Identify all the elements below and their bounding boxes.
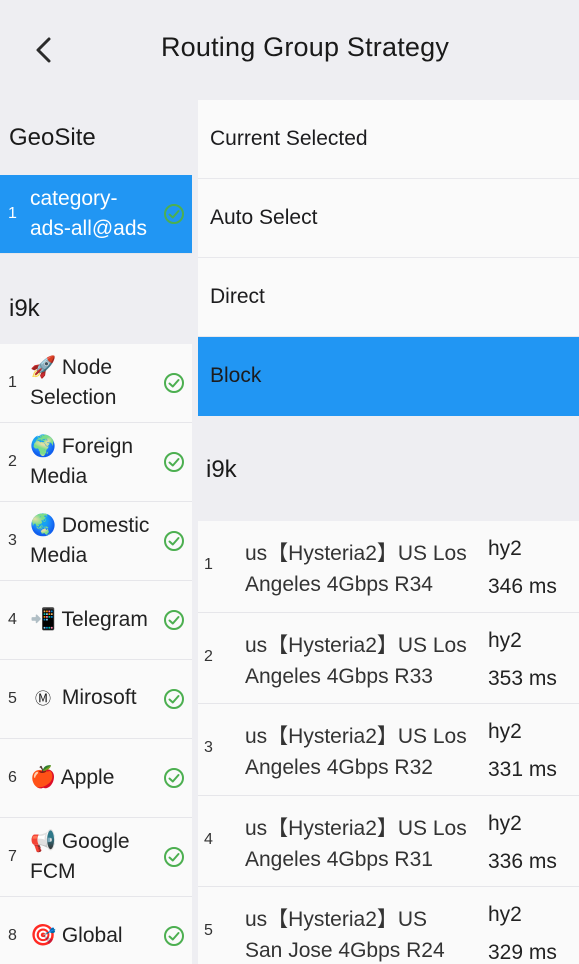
rule-group-item[interactable]: 1 🚀 Node Selection: [0, 344, 192, 423]
item-label-wrap: 🍎 Apple: [30, 763, 158, 793]
globe-icon: 🌍: [30, 435, 57, 458]
item-index: 3: [8, 532, 17, 549]
check-circle-icon: [164, 373, 184, 393]
rule-group-item[interactable]: 5 Ⓜ Mirosoft: [0, 660, 192, 739]
app-header: Routing Group Strategy: [0, 0, 579, 100]
node-protocol: hy2: [488, 720, 522, 743]
item-index: 6: [8, 769, 17, 786]
node-item[interactable]: 4 us【Hysteria2】US Los Angeles 4Gbps R31 …: [198, 795, 579, 887]
node-latency: 331 ms: [488, 758, 557, 781]
globe-icon: 🌏: [30, 514, 57, 537]
rule-group-item[interactable]: 4 📲 Telegram: [0, 581, 192, 660]
item-label: Mirosoft: [61, 686, 137, 709]
rule-group-item[interactable]: 8 🎯 Global: [0, 897, 192, 964]
item-index: 7: [8, 848, 17, 865]
check-circle-icon: [164, 689, 184, 709]
node-name: us【Hysteria2】US Los Angeles 4Gbps R33: [245, 633, 467, 688]
rule-group-item[interactable]: 2 🌍 Foreign Media: [0, 423, 192, 502]
node-name: us【Hysteria2】US Los Angeles 4Gbps R31: [245, 816, 467, 871]
check-circle-icon: [164, 768, 184, 788]
node-latency: 346 ms: [488, 575, 557, 598]
check-circle-icon: [164, 847, 184, 867]
rule-group-item[interactable]: 3 🌏 Domestic Media: [0, 502, 192, 581]
rule-group-item[interactable]: 7 📢 Google FCM: [0, 818, 192, 897]
geosite-item[interactable]: 1 category-ads-all@ads: [0, 175, 192, 254]
node-latency: 336 ms: [488, 849, 557, 873]
item-label-wrap: 🚀 Node Selection: [30, 353, 158, 413]
strategy-panel: Current Selected Auto Select Direct Bloc…: [198, 100, 579, 964]
node-name: us【Hysteria2】US San Jose 4Gbps R24: [245, 908, 445, 962]
node-item[interactable]: 5 us【Hysteria2】US San Jose 4Gbps R24 hy2…: [198, 887, 579, 964]
node-latency: 353 ms: [488, 666, 557, 690]
nodes-section-title: i9k: [206, 456, 237, 483]
node-protocol: hy2: [488, 903, 522, 926]
node-protocol: hy2: [488, 537, 522, 560]
item-label: category-ads-all@ads: [30, 187, 148, 240]
item-label-wrap: 🎯 Global: [30, 921, 158, 951]
item-label-wrap: Ⓜ Mirosoft: [30, 683, 158, 715]
item-label: Global: [61, 924, 123, 947]
node-item[interactable]: 1 us【Hysteria2】US Los Angeles 4Gbps R34 …: [198, 521, 579, 613]
option-auto-select[interactable]: Auto Select: [198, 179, 579, 258]
item-label-wrap: 📲 Telegram: [30, 605, 158, 635]
page-title: Routing Group Strategy: [160, 32, 450, 62]
node-index: 4: [204, 830, 213, 848]
node-index: 1: [204, 556, 213, 574]
option-block[interactable]: Block: [198, 337, 579, 416]
rule-group-item[interactable]: 6 🍎 Apple: [0, 739, 192, 818]
node-index: 2: [204, 647, 213, 665]
item-label: Apple: [60, 766, 115, 789]
check-circle-icon: [164, 452, 184, 472]
node-index: 3: [204, 739, 213, 757]
node-protocol: hy2: [488, 811, 522, 835]
geosite-section-title: GeoSite: [9, 123, 96, 151]
item-label-wrap: 🌏 Domestic Media: [30, 511, 158, 571]
item-index: 1: [8, 374, 17, 391]
i9k-section-title: i9k: [9, 295, 40, 322]
node-name: us【Hysteria2】US Los Angeles 4Gbps R34: [245, 542, 467, 596]
node-protocol: hy2: [488, 628, 522, 652]
node-item[interactable]: 3 us【Hysteria2】US Los Angeles 4Gbps R32 …: [198, 704, 579, 796]
target-icon: 🎯: [30, 924, 57, 947]
item-label-wrap: 🌍 Foreign Media: [30, 432, 158, 492]
check-circle-icon: [164, 610, 184, 630]
item-index: 4: [8, 611, 17, 628]
check-circle-icon: [164, 531, 184, 551]
option-direct[interactable]: Direct: [198, 258, 579, 337]
node-name: us【Hysteria2】US Los Angeles 4Gbps R32: [245, 725, 467, 779]
rocket-icon: 🚀: [30, 356, 57, 379]
item-label-wrap: 📢 Google FCM: [30, 827, 158, 887]
circled-m-icon: Ⓜ: [34, 691, 51, 708]
mobile-phone-icon: 📲: [30, 608, 57, 631]
node-latency: 329 ms: [488, 941, 557, 964]
item-index: 2: [8, 453, 17, 470]
item-index: 5: [8, 690, 17, 707]
option-current-selected[interactable]: Current Selected: [198, 100, 579, 179]
apple-icon: 🍎: [30, 766, 57, 789]
app-root: Routing Group Strategy GeoSite 1 categor…: [0, 0, 579, 964]
item-index: 8: [8, 927, 17, 944]
node-index: 5: [204, 922, 213, 940]
item-label: Telegram: [61, 608, 148, 631]
rule-group-list: GeoSite 1 category-ads-all@ads i9k 1 🚀 N…: [0, 100, 192, 964]
node-item[interactable]: 2 us【Hysteria2】US Los Angeles 4Gbps R33 …: [198, 612, 579, 704]
item-index: 1: [8, 205, 17, 222]
check-circle-icon: [164, 204, 184, 224]
check-circle-icon: [164, 926, 184, 946]
loudspeaker-icon: 📢: [30, 830, 57, 853]
